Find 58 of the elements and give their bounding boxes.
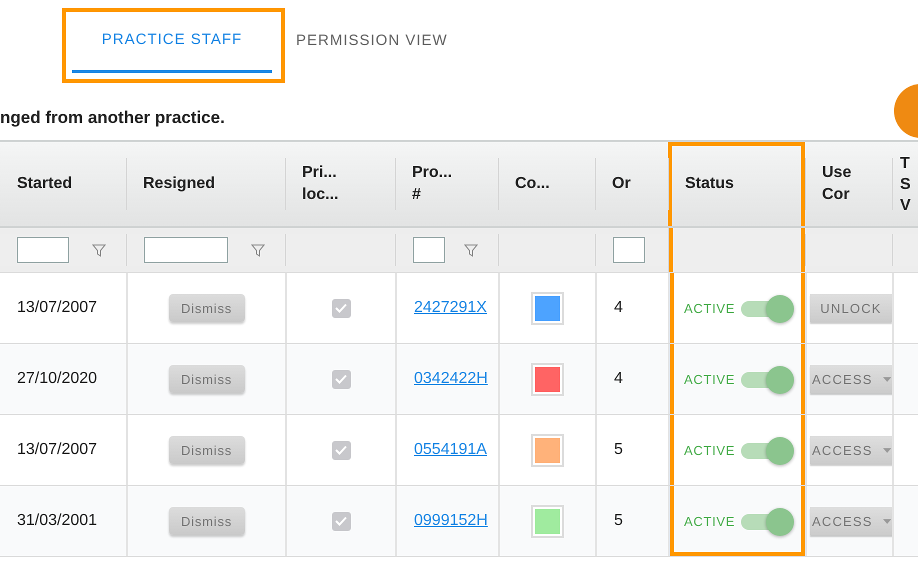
filter-field[interactable] (17, 237, 69, 263)
date-text: 13/07/2007 (17, 441, 98, 459)
order-text: 4 (614, 370, 623, 388)
filter-field[interactable] (144, 237, 228, 263)
column-header[interactable]: Use Cor (805, 142, 892, 226)
tab[interactable]: PRACTICE STAFF (72, 0, 272, 73)
dismiss-button[interactable]: Dismiss (168, 507, 244, 535)
caret-icon (882, 518, 891, 524)
filter-field[interactable] (613, 237, 645, 263)
caret-icon (882, 376, 891, 382)
status-text: ACTIVE (684, 300, 736, 316)
color-swatch[interactable] (531, 504, 564, 538)
column-header[interactable]: Resigned (126, 142, 285, 226)
caret-icon (882, 446, 891, 454)
column-header[interactable]: Co... (498, 142, 595, 226)
number-link[interactable]: 2427291X (414, 299, 487, 317)
column-header[interactable]: Started (0, 142, 126, 226)
date-text: 31/03/2001 (17, 512, 98, 530)
date-text: 27/10/2020 (17, 370, 98, 388)
number-link[interactable]: 0999152H (414, 512, 488, 530)
filter-icon[interactable] (92, 244, 106, 256)
status-text: ACTIVE (684, 372, 736, 386)
status-text: ACTIVE (684, 514, 736, 528)
checkbox[interactable] (332, 440, 350, 460)
number-link[interactable]: 0554191A (414, 441, 487, 459)
check-icon (335, 445, 347, 455)
checkbox[interactable] (332, 370, 350, 388)
checkbox[interactable] (332, 512, 350, 530)
column-header[interactable]: T S V (892, 142, 918, 226)
tab[interactable]: PERMISSION VIEW (272, 0, 472, 73)
status-text: ACTIVE (684, 442, 736, 458)
unlock-button[interactable]: UNLOCK (810, 294, 892, 322)
date-text: 13/07/2007 (17, 299, 98, 317)
number-link[interactable]: 0342422H (414, 370, 488, 388)
column-header[interactable]: Pri... loc... (285, 142, 395, 226)
order-text: 4 (614, 299, 623, 317)
column-header[interactable]: Pro... # (395, 142, 498, 226)
dismiss-button[interactable]: Dismiss (168, 436, 244, 464)
access-dropdown[interactable]: ACCESS (810, 365, 893, 393)
check-icon (335, 374, 347, 384)
column-header[interactable]: Status (668, 142, 805, 226)
check-icon (335, 303, 347, 313)
color-swatch[interactable] (531, 292, 564, 324)
order-text: 5 (614, 512, 623, 530)
dismiss-button[interactable]: Dismiss (168, 294, 244, 322)
access-dropdown[interactable]: ACCESS (810, 436, 893, 464)
notice-text: nged from another practice. (0, 108, 226, 129)
column-header[interactable]: Or (595, 142, 668, 226)
dismiss-button[interactable]: Dismiss (168, 365, 244, 393)
filter-field[interactable] (413, 237, 445, 263)
order-text: 5 (614, 441, 623, 459)
filter-icon[interactable] (464, 244, 478, 256)
color-swatch[interactable] (531, 362, 564, 396)
access-dropdown[interactable]: ACCESS (810, 507, 893, 535)
color-swatch[interactable] (531, 434, 564, 466)
checkbox[interactable] (332, 298, 350, 318)
check-icon (335, 516, 347, 526)
filter-icon[interactable] (251, 244, 265, 256)
